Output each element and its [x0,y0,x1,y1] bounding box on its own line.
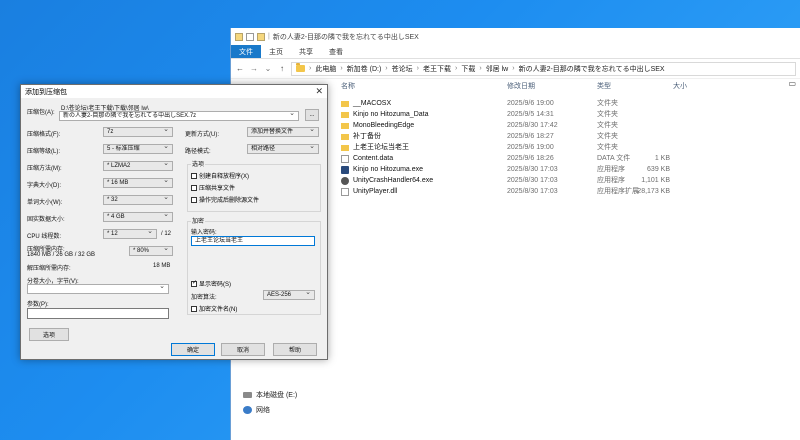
file-row[interactable]: UnityCrashHandler64.exe 2025/8/30 17:03 … [341,176,800,186]
shared-files-checkbox[interactable]: 压缩共享文件 [191,183,235,192]
word-select[interactable]: * 32 [103,195,173,205]
method-select[interactable]: * LZMA2 [103,161,173,171]
dialog-title: 添加到压缩包 [25,88,67,96]
options-button[interactable]: 选项 [29,328,69,341]
dialog-titlebar: 添加到压缩包 ✕ [21,85,327,98]
tab-share[interactable]: 共享 [291,45,321,58]
close-icon[interactable]: ✕ [315,86,323,97]
breadcrumb-item[interactable]: 老王下载 [423,64,451,74]
breadcrumb-item[interactable]: 苍论坛 [392,64,413,74]
up-icon[interactable]: ↑ [277,64,287,73]
level-label: 压缩等级(L): [27,149,61,155]
archive-name-combo[interactable]: 新の人妻2-目那の隣で我を忘れてる中出しSEX.7z [59,111,299,121]
file-row[interactable]: Kinjo no Hitozuma.exe 2025/8/30 17:03 应用… [341,165,800,175]
forward-icon[interactable]: → [249,64,259,73]
method-label: 压缩方法(M): [27,166,62,172]
recent-dropdown-icon[interactable]: ⌄ [263,64,273,73]
breadcrumb-item[interactable]: 新加卷 (D:) [347,64,382,74]
solid-label: 固实数据大小: [27,217,65,223]
file-row[interactable]: 上老王论坛当老王 2025/9/6 19:00 文件夹 [341,143,800,153]
drive-icon [243,392,252,398]
column-name[interactable]: 名称 [341,81,355,91]
browse-button[interactable]: ... [305,109,319,121]
password-label: 输入密码: [191,230,217,236]
address-bar[interactable]: › 此电脑 › 新加卷 (D:) › 苍论坛 › 老王下载 › 下载 › 邻居 … [291,61,796,76]
cpu-select[interactable]: * 12 [103,229,157,239]
file-row[interactable]: Kinjo no Hitozuma_Data 2025/9/5 14:31 文件… [341,110,800,120]
breadcrumb-item[interactable]: 此电脑 [315,64,336,74]
cpu-label: CPU 线程数: [27,234,62,240]
column-date[interactable]: 修改日期 [507,81,535,91]
column-type[interactable]: 类型 [597,81,611,91]
encryption-group-title: 加密 [191,216,206,225]
solid-select[interactable]: * 4 GB [103,212,173,222]
file-row[interactable]: UnityPlayer.dll 2025/8/30 17:03 应用程序扩展 2… [341,187,800,197]
format-select[interactable]: 7z [103,127,173,137]
tab-file[interactable]: 文件 [231,45,261,58]
folder-icon [296,63,305,72]
cancel-button[interactable]: 取消 [221,343,265,356]
path-mode-select[interactable]: 相对路径 [247,144,319,154]
folder-icon [341,101,349,107]
breadcrumb-item[interactable]: 下载 [461,64,475,74]
update-select[interactable]: 添加并替换文件 [247,127,319,137]
help-button[interactable]: 帮助 [273,343,317,356]
gear-icon [341,177,349,185]
properties-icon[interactable] [246,32,254,41]
ok-button[interactable]: 确定 [171,343,215,356]
breadcrumb-item[interactable]: 新の人妻2-目那の隣で我を忘れてる中出しSEX [519,64,665,74]
back-icon[interactable]: ← [235,64,245,73]
tab-home[interactable]: 主页 [261,45,291,58]
cpu-total: / 12 [161,231,172,237]
password-input[interactable]: 上老王论坛当老王 [191,236,315,246]
network-icon [243,406,252,414]
options-group-title: 选项 [191,159,206,168]
dict-select[interactable]: * 16 MB [103,178,173,188]
document-icon [341,155,349,163]
folder-icon [341,134,349,140]
add-to-archive-dialog: 添加到压缩包 ✕ 压缩包(A): D:\苍论坛\老王下载\下载\邻居 lw\ 新… [20,84,328,360]
folder-icon [341,145,349,151]
new-folder-icon[interactable] [257,32,265,41]
level-select[interactable]: 5 - 标准压缩 [103,144,173,154]
folder-icon [341,112,349,118]
show-password-checkbox[interactable]: 显示密码(S) [191,279,231,288]
word-label: 单词大小(W): [27,200,63,206]
folder-icon [341,123,349,129]
nav-item-network[interactable]: 网络 [243,405,270,415]
encrypt-names-checkbox[interactable]: 加密文件名(N) [191,304,237,313]
file-row[interactable]: Content.data 2025/9/6 18:26 DATA 文件 1 KB [341,154,800,164]
app-icon [341,166,349,174]
explorer-titlebar: | 新の人妻2-目那の隣で我を忘れてる中出しSEX [231,28,800,45]
file-row[interactable]: 补丁备份 2025/9/6 18:27 文件夹 [341,132,800,142]
file-row[interactable]: MonoBleedingEdge 2025/8/30 17:42 文件夹 [341,121,800,131]
folder-icon [235,32,243,41]
format-label: 压缩格式(F): [27,132,61,138]
params-label: 参数(P): [27,302,49,308]
sfx-checkbox[interactable]: 创建自释放程序(X) [191,171,249,180]
update-label: 更新方式(U): [185,132,219,138]
delete-after-checkbox[interactable]: 操作完成后删除源文件 [191,195,259,204]
decomp-label: 解压缩所需内存: [27,266,71,272]
encryption-method-label: 加密算法: [191,295,217,301]
split-select[interactable] [27,284,169,294]
file-row[interactable]: __MACOSX 2025/9/6 19:00 文件夹 [341,99,800,109]
column-headers: 名称 修改日期 类型 大小 [341,81,800,93]
archive-label: 压缩包(A): [27,110,55,116]
encryption-method-select[interactable]: AES-256 [263,290,315,300]
nav-item-drive-e[interactable]: 本地磁盘 (E:) [243,390,297,400]
column-size[interactable]: 大小 [673,81,687,91]
address-row: ← → ⌄ ↑ › 此电脑 › 新加卷 (D:) › 苍论坛 › 老王下载 › … [231,59,800,79]
window-title: 新の人妻2-目那の隣で我を忘れてる中出しSEX [272,33,419,41]
tab-view[interactable]: 查看 [321,45,351,58]
decomp-value: 18 MB [153,263,171,269]
breadcrumb-item[interactable]: 邻居 lw [486,64,509,74]
params-input[interactable] [27,308,169,319]
mem-detail: 1840 MB / 26 GB / 32 GB [27,252,96,258]
mem-select[interactable]: * 80% [129,246,173,256]
path-mode-label: 路径模式: [185,149,211,155]
dict-label: 字典大小(D): [27,183,61,189]
dll-icon [341,188,349,196]
ribbon-tabs: 文件 主页 共享 查看 [231,45,800,59]
